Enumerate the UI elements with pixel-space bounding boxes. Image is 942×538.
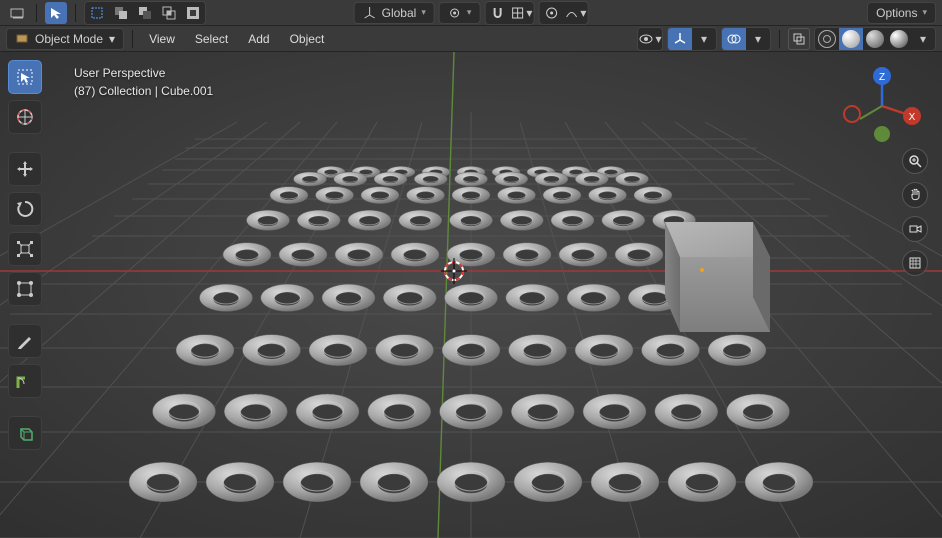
shading-dropdown[interactable]: ▾ bbox=[911, 28, 935, 50]
select-tool-toggle[interactable] bbox=[45, 2, 67, 24]
select-mode-group bbox=[84, 1, 206, 25]
tool-cursor[interactable] bbox=[8, 100, 42, 134]
shading-material[interactable] bbox=[863, 28, 887, 50]
tool-scale[interactable] bbox=[8, 232, 42, 266]
scene-canvas bbox=[0, 52, 942, 538]
collection-label: (87) Collection | Cube.001 bbox=[74, 82, 213, 100]
gizmo-toggle[interactable] bbox=[668, 28, 692, 50]
perspective-toggle-button[interactable] bbox=[902, 250, 928, 276]
mode-label: Object Mode bbox=[35, 32, 103, 46]
visibility-dropdown[interactable]: ▾ bbox=[638, 28, 662, 50]
zoom-button[interactable] bbox=[902, 148, 928, 174]
snap-type-dropdown[interactable]: ▾ bbox=[509, 2, 533, 24]
viewport-3d[interactable]: User Perspective (87) Collection | Cube.… bbox=[0, 52, 942, 538]
menu-select[interactable]: Select bbox=[187, 28, 236, 50]
pan-button[interactable] bbox=[902, 182, 928, 208]
options-dropdown[interactable]: Options ▾ bbox=[867, 2, 936, 24]
select-mode-invert[interactable] bbox=[181, 2, 205, 24]
overlay-group: ▾ bbox=[721, 27, 771, 51]
menu-object[interactable]: Object bbox=[282, 28, 333, 50]
axis-x-label: X bbox=[909, 112, 916, 123]
camera-view-button[interactable] bbox=[902, 216, 928, 242]
axis-z-label: Z bbox=[879, 72, 885, 83]
nav-button-column bbox=[902, 148, 928, 276]
tool-add-cube[interactable] bbox=[8, 416, 42, 450]
proportional-falloff-dropdown[interactable]: ▾ bbox=[563, 2, 587, 24]
snap-toggle[interactable] bbox=[485, 2, 509, 24]
menu-view[interactable]: View bbox=[141, 28, 183, 50]
cube-object bbox=[665, 222, 770, 332]
editor-type-dropdown[interactable] bbox=[6, 2, 28, 24]
tool-select-box[interactable] bbox=[8, 60, 42, 94]
tool-transform[interactable] bbox=[8, 272, 42, 306]
select-mode-subtract[interactable] bbox=[133, 2, 157, 24]
select-mode-intersect[interactable] bbox=[157, 2, 181, 24]
tool-move[interactable] bbox=[8, 152, 42, 186]
overlay-toggle[interactable] bbox=[722, 28, 746, 50]
shading-solid[interactable] bbox=[839, 28, 863, 50]
interaction-mode-dropdown[interactable]: Object Mode ▾ bbox=[6, 28, 124, 50]
options-label: Options bbox=[876, 6, 917, 20]
pivot-point-dropdown[interactable]: ▾ bbox=[439, 2, 481, 24]
menu-add[interactable]: Add bbox=[240, 28, 277, 50]
tool-rotate[interactable] bbox=[8, 192, 42, 226]
sub-toolbar: Object Mode ▾ View Select Add Object ▾ ▾… bbox=[0, 26, 942, 52]
shading-rendered[interactable] bbox=[887, 28, 911, 50]
shading-wireframe[interactable] bbox=[815, 28, 839, 50]
tool-measure[interactable] bbox=[8, 364, 42, 398]
viewport-overlay-text: User Perspective (87) Collection | Cube.… bbox=[74, 64, 213, 100]
gizmo-group: ▾ bbox=[667, 27, 717, 51]
select-mode-extend[interactable] bbox=[109, 2, 133, 24]
top-toolbar: Global ▾ ▾ ▾ ▾ Optio bbox=[0, 0, 942, 26]
transform-orientation-dropdown[interactable]: Global ▾ bbox=[354, 2, 435, 24]
orientation-label: Global bbox=[382, 6, 417, 20]
tool-annotate[interactable] bbox=[8, 324, 42, 358]
proportional-edit-toggle[interactable] bbox=[539, 2, 563, 24]
snap-group: ▾ bbox=[484, 1, 534, 25]
gizmo-dropdown[interactable]: ▾ bbox=[692, 28, 716, 50]
select-mode-new[interactable] bbox=[85, 2, 109, 24]
proportional-group: ▾ bbox=[538, 1, 588, 25]
perspective-label: User Perspective bbox=[74, 64, 213, 82]
visibility-group: ▾ bbox=[637, 27, 663, 51]
overlay-dropdown[interactable]: ▾ bbox=[746, 28, 770, 50]
left-toolbar bbox=[8, 60, 42, 450]
xray-toggle[interactable] bbox=[788, 28, 810, 50]
shading-group: ▾ bbox=[814, 27, 936, 51]
navigation-gizmo[interactable]: X Z bbox=[840, 64, 924, 148]
